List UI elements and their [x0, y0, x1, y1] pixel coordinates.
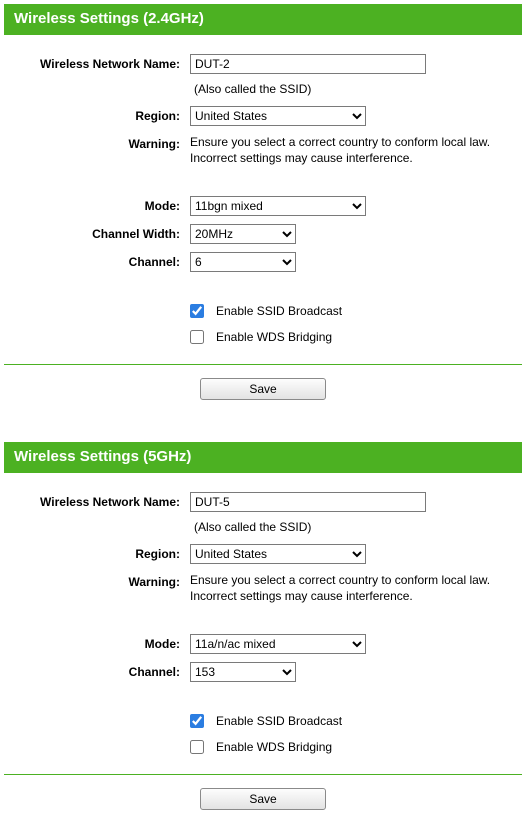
divider [4, 364, 522, 366]
row-channel-width: Channel Width: 20MHz [8, 224, 518, 244]
label-network-name: Wireless Network Name: [8, 492, 190, 512]
channel-width-select[interactable]: 20MHz [190, 224, 296, 244]
label-channel: Channel: [8, 662, 190, 682]
enable-wds-bridging-checkbox[interactable] [190, 740, 204, 754]
row-warning: Warning: Ensure you select a correct cou… [8, 572, 518, 604]
row-channel: Channel: 6 [8, 252, 518, 272]
enable-ssid-broadcast-label: Enable SSID Broadcast [216, 302, 342, 320]
row-ssid-broadcast: Enable SSID Broadcast [8, 302, 518, 320]
wireless-network-name-input[interactable] [190, 492, 426, 512]
enable-wds-bridging-checkbox[interactable] [190, 330, 204, 344]
row-network-name: Wireless Network Name: (Also called the … [8, 54, 518, 98]
label-region: Region: [8, 106, 190, 126]
label-warning: Warning: [8, 134, 190, 154]
region-select[interactable]: United States [190, 544, 366, 564]
label-mode: Mode: [8, 634, 190, 654]
mode-select[interactable]: 11bgn mixed [190, 196, 366, 216]
enable-wds-bridging-label: Enable WDS Bridging [216, 738, 332, 756]
save-button[interactable]: Save [200, 788, 326, 810]
warning-text: Ensure you select a correct country to c… [190, 134, 518, 166]
warning-text: Ensure you select a correct country to c… [190, 572, 518, 604]
panel-header-5ghz: Wireless Settings (5GHz) [4, 442, 522, 472]
save-row: Save [4, 780, 522, 824]
region-select[interactable]: United States [190, 106, 366, 126]
form-24ghz: Wireless Network Name: (Also called the … [4, 40, 522, 364]
form-5ghz: Wireless Network Name: (Also called the … [4, 478, 522, 774]
label-channel-width: Channel Width: [8, 224, 190, 244]
save-button[interactable]: Save [200, 378, 326, 400]
row-region: Region: United States [8, 544, 518, 564]
channel-select[interactable]: 6 [190, 252, 296, 272]
label-warning: Warning: [8, 572, 190, 592]
mode-select[interactable]: 11a/n/ac mixed [190, 634, 366, 654]
row-mode: Mode: 11a/n/ac mixed [8, 634, 518, 654]
enable-wds-bridging-label: Enable WDS Bridging [216, 328, 332, 346]
ssid-note: (Also called the SSID) [194, 518, 311, 536]
row-channel: Channel: 153 [8, 662, 518, 682]
label-region: Region: [8, 544, 190, 564]
channel-select[interactable]: 153 [190, 662, 296, 682]
row-warning: Warning: Ensure you select a correct cou… [8, 134, 518, 166]
row-ssid-broadcast: Enable SSID Broadcast [8, 712, 518, 730]
panel-header-24ghz: Wireless Settings (2.4GHz) [4, 4, 522, 34]
row-wds: Enable WDS Bridging [8, 738, 518, 756]
row-wds: Enable WDS Bridging [8, 328, 518, 346]
enable-ssid-broadcast-checkbox[interactable] [190, 304, 204, 318]
row-network-name: Wireless Network Name: (Also called the … [8, 492, 518, 536]
panel-5ghz: Wireless Settings (5GHz) Wireless Networ… [4, 442, 522, 824]
row-mode: Mode: 11bgn mixed [8, 196, 518, 216]
divider [4, 774, 522, 776]
divider [4, 34, 522, 36]
ssid-note: (Also called the SSID) [194, 80, 311, 98]
row-region: Region: United States [8, 106, 518, 126]
label-network-name: Wireless Network Name: [8, 54, 190, 74]
enable-ssid-broadcast-label: Enable SSID Broadcast [216, 712, 342, 730]
divider [4, 472, 522, 474]
label-channel: Channel: [8, 252, 190, 272]
wireless-network-name-input[interactable] [190, 54, 426, 74]
enable-ssid-broadcast-checkbox[interactable] [190, 714, 204, 728]
save-row: Save [4, 370, 522, 414]
label-mode: Mode: [8, 196, 190, 216]
panel-24ghz: Wireless Settings (2.4GHz) Wireless Netw… [4, 4, 522, 414]
